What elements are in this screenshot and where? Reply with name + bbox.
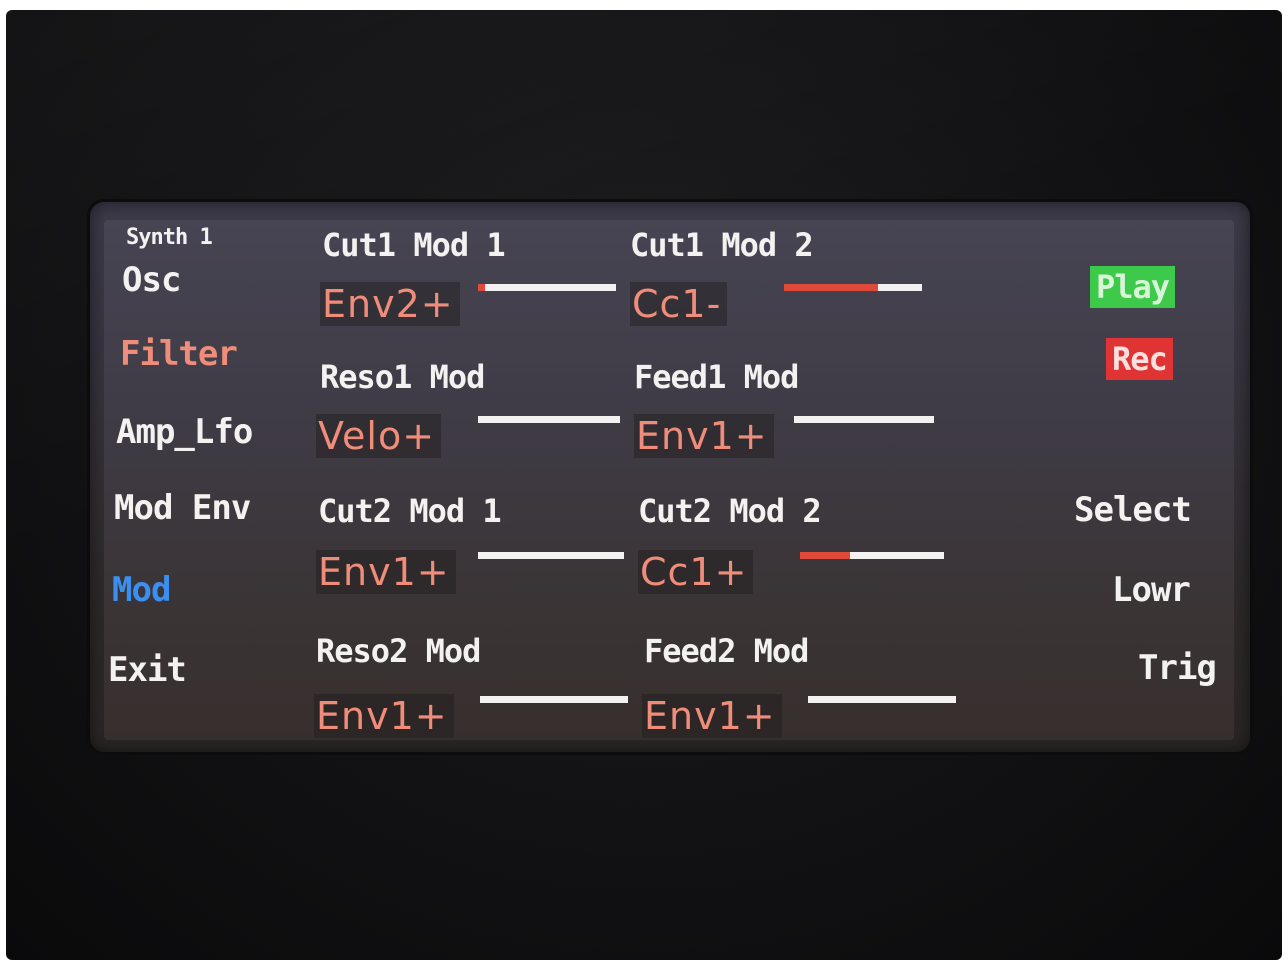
amount-fill [800,552,851,559]
param-label: Feed1 Mod [634,358,799,396]
param-value[interactable]: Env1+ [316,550,456,594]
param-value[interactable]: Env1+ [642,694,782,738]
trig-button[interactable]: Trig [1138,648,1217,688]
param-label: Cut2 Mod 2 [638,492,822,530]
param-value[interactable]: Velo+ [316,414,442,458]
amount-bar[interactable] [478,416,620,423]
menu-mod-env[interactable]: Mod Env [114,488,251,528]
param-label: Reso2 Mod [316,632,481,670]
synth-title: Synth 1 [126,225,213,250]
param-label: Feed2 Mod [644,632,809,670]
amount-bar[interactable] [808,696,956,703]
menu-exit[interactable]: Exit [108,650,187,690]
synth-device: Synth 1 Osc Filter Amp_Lfo Mod Env Mod E… [6,10,1282,960]
menu-filter[interactable]: Filter [120,334,238,374]
select-button[interactable]: Select [1074,490,1192,530]
param-value[interactable]: Cc1- [630,282,728,326]
play-button[interactable]: Play [1090,266,1176,308]
amount-bar[interactable] [478,552,624,559]
amount-fill [478,284,485,291]
amount-bar[interactable] [480,696,628,703]
param-value[interactable]: Cc1+ [638,550,754,594]
display-area: Synth 1 Osc Filter Amp_Lfo Mod Env Mod E… [104,220,1234,740]
param-label: Cut2 Mod 1 [318,492,502,530]
amount-bar[interactable] [800,552,944,559]
param-label: Cut1 Mod 1 [322,226,506,264]
param-value[interactable]: Env1+ [634,414,774,458]
display-screen: Synth 1 Osc Filter Amp_Lfo Mod Env Mod E… [90,202,1250,752]
amount-bar[interactable] [794,416,934,423]
amount-bar[interactable] [784,284,922,291]
param-label: Reso1 Mod [320,358,485,396]
param-value[interactable]: Env2+ [320,282,460,326]
menu-mod[interactable]: Mod [112,570,171,610]
amount-bar[interactable] [478,284,616,291]
param-value[interactable]: Env1+ [314,694,454,738]
param-label: Cut1 Mod 2 [630,226,814,264]
amount-fill [784,284,878,291]
rec-button[interactable]: Rec [1106,338,1173,380]
lowr-button[interactable]: Lowr [1112,570,1191,610]
menu-amp-lfo[interactable]: Amp_Lfo [116,412,253,452]
menu-osc[interactable]: Osc [122,260,181,300]
